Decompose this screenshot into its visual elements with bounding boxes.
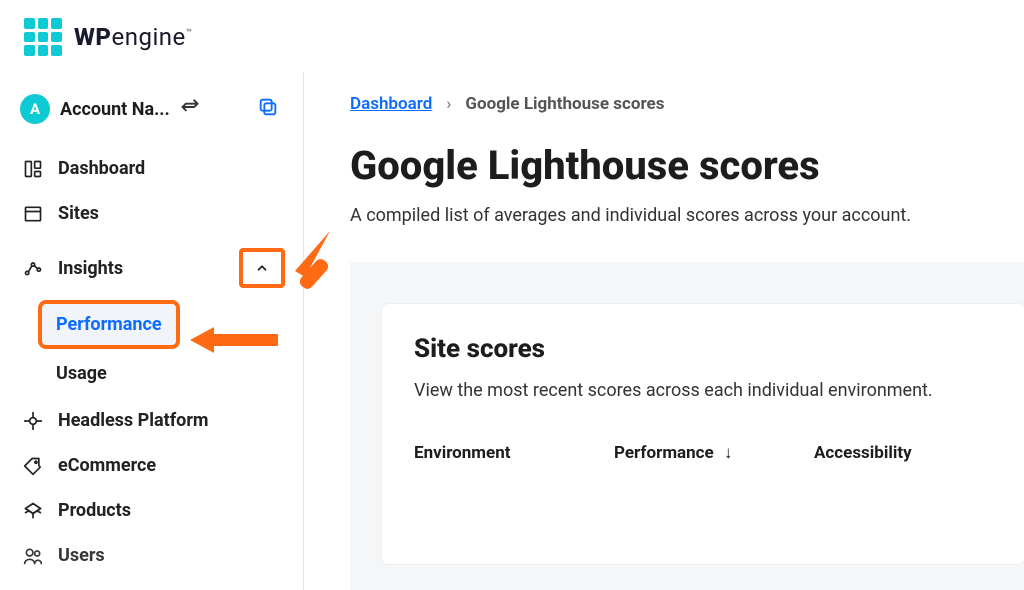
sidebar-nav: Dashboard Sites Insights: [14, 146, 289, 300]
column-performance-label: Performance: [614, 443, 714, 463]
ecommerce-icon: [22, 456, 44, 476]
column-performance[interactable]: Performance ↓: [614, 443, 814, 463]
page-title: Google Lighthouse scores: [350, 142, 1024, 189]
sidebar-nav-continued: Headless Platform eCommerce Products Use…: [14, 398, 289, 578]
breadcrumb: Dashboard › Google Lighthouse scores: [350, 94, 1024, 114]
insights-submenu: Performance Usage: [14, 300, 289, 394]
chevron-up-icon[interactable]: [239, 248, 285, 288]
sidebar-item-insights[interactable]: Insights: [14, 236, 289, 300]
scores-panel: Site scores View the most recent scores …: [350, 262, 1024, 590]
sidebar-item-label: Headless Platform: [58, 410, 209, 431]
headless-icon: [22, 411, 44, 431]
copy-icon[interactable]: [257, 96, 283, 122]
score-table-header: Environment Performance ↓ Accessibility …: [414, 443, 992, 463]
sidebar-item-headless[interactable]: Headless Platform: [14, 398, 289, 443]
main-content: Dashboard › Google Lighthouse scores Goo…: [304, 72, 1024, 590]
page-subtitle: A compiled list of averages and individu…: [350, 205, 1024, 226]
sidebar-item-label: Products: [58, 500, 131, 521]
sites-icon: [22, 204, 44, 224]
brand-logo-icon: [24, 18, 62, 56]
sidebar-item-label: Users: [58, 545, 105, 566]
sidebar-item-sites[interactable]: Sites: [14, 191, 289, 236]
card-title: Site scores: [414, 334, 992, 364]
sidebar-item-users[interactable]: Users: [14, 533, 289, 578]
account-name: Account Na...: [60, 99, 170, 120]
chevron-right-icon: ›: [446, 94, 451, 114]
sidebar-subitem-performance[interactable]: Performance: [42, 304, 176, 345]
breadcrumb-dashboard[interactable]: Dashboard: [350, 94, 432, 114]
sidebar: A Account Na... Dashboard Sites: [0, 72, 304, 590]
sidebar-item-dashboard[interactable]: Dashboard: [14, 146, 289, 191]
sidebar-item-label: Dashboard: [58, 158, 145, 179]
column-environment[interactable]: Environment: [414, 443, 614, 463]
sidebar-item-ecommerce[interactable]: eCommerce: [14, 443, 289, 488]
sidebar-item-label: Sites: [58, 203, 99, 224]
dashboard-icon: [22, 159, 44, 179]
breadcrumb-current: Google Lighthouse scores: [465, 94, 664, 114]
sidebar-item-label: eCommerce: [58, 455, 156, 476]
brand-logo-text: WPengine™: [74, 23, 193, 51]
sidebar-item-label: Insights: [58, 258, 123, 279]
sort-desc-icon: ↓: [724, 443, 733, 463]
column-accessibility[interactable]: Accessibility: [814, 443, 1024, 463]
account-switcher[interactable]: A Account Na...: [14, 90, 289, 146]
site-scores-card: Site scores View the most recent scores …: [382, 304, 1024, 564]
card-subtitle: View the most recent scores across each …: [414, 380, 992, 401]
sidebar-item-products[interactable]: Products: [14, 488, 289, 533]
users-icon: [22, 546, 44, 566]
brand-header: WPengine™: [0, 0, 1024, 72]
account-avatar: A: [20, 94, 50, 124]
insights-icon: [22, 258, 44, 278]
swap-icon[interactable]: [180, 97, 200, 121]
sidebar-subitem-usage[interactable]: Usage: [42, 353, 289, 394]
products-icon: [22, 501, 44, 521]
